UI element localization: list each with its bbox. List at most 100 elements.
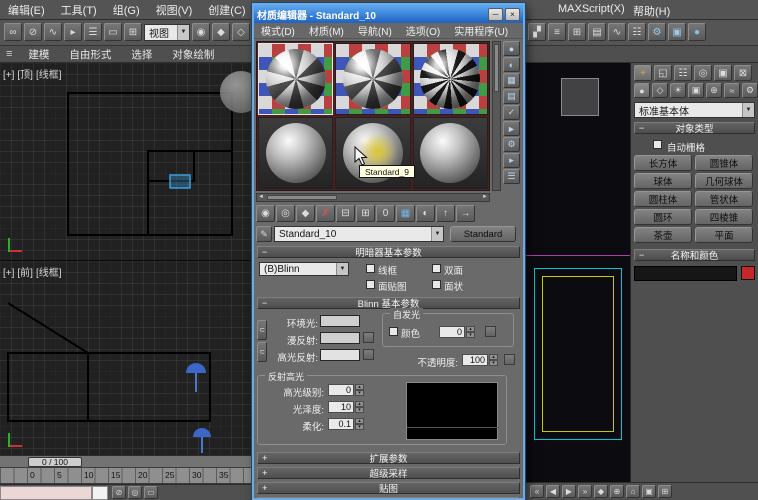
mirror-icon[interactable]: ▞ (528, 23, 546, 41)
specular-level-spinner[interactable]: ▴ ▾ (355, 384, 364, 396)
spinner-down-icon[interactable]: ▾ (355, 390, 364, 396)
menu-views[interactable]: 视图(V) (148, 0, 201, 21)
object-type-rollout[interactable]: − 对象类型 (634, 122, 755, 134)
spinner-down-icon[interactable]: ▾ (489, 360, 498, 366)
category-shapes-icon[interactable]: ◇ (652, 83, 668, 98)
ribbon-tab-selection[interactable]: 选择 (121, 45, 162, 64)
face-map-checkbox[interactable] (366, 280, 375, 289)
absolute-mode-icon[interactable]: ◎ (128, 486, 142, 499)
use-center-icon[interactable]: ◉ (192, 23, 210, 41)
opacity-value-field[interactable]: 100 (462, 354, 488, 366)
spinner-down-icon[interactable]: ▾ (466, 332, 475, 338)
get-material-icon[interactable]: ◉ (256, 205, 275, 222)
material-slot[interactable] (413, 43, 488, 115)
ambient-color-swatch[interactable] (320, 315, 360, 327)
menu-material[interactable]: 材质(M) (302, 23, 351, 38)
tab-motion-icon[interactable]: ◎ (694, 65, 712, 81)
menu-create[interactable]: 创建(C) (200, 0, 253, 21)
spinner-down-icon[interactable]: ▾ (355, 407, 364, 413)
sample-tiling-icon[interactable]: ▤ (503, 89, 520, 104)
specular-color-swatch[interactable] (320, 349, 360, 361)
go-to-end-icon[interactable]: » (578, 485, 592, 498)
primitive-category-dropdown[interactable]: 标准基本体 ▼ (634, 102, 755, 118)
tab-create-icon[interactable]: + (634, 65, 652, 81)
menu-maxscript[interactable]: MAXScript(X) (550, 0, 633, 18)
extended-params-rollout[interactable]: + 扩展参数 (257, 452, 520, 464)
button-plane[interactable]: 平面 (695, 227, 753, 243)
category-systems-icon[interactable]: ⚙ (742, 83, 758, 98)
slots-vertical-scrollbar[interactable] (492, 41, 501, 191)
put-to-library-icon[interactable]: ⊞ (356, 205, 375, 222)
go-to-start-icon[interactable]: « (530, 485, 544, 498)
menu-options[interactable]: 选项(O) (399, 23, 447, 38)
category-helpers-icon[interactable]: ⊕ (706, 83, 722, 98)
video-color-check-icon[interactable]: ✓ (503, 105, 520, 120)
menu-utilities[interactable]: 实用程序(U) (447, 23, 515, 38)
minimize-icon[interactable]: ─ (488, 8, 503, 21)
material-slot[interactable] (258, 43, 333, 115)
reset-map-icon[interactable]: ✗ (316, 205, 335, 222)
show-end-result-icon[interactable]: ◐ (416, 205, 435, 222)
material-map-navigator-icon[interactable]: ☰ (503, 169, 520, 184)
material-type-button[interactable]: Standard (450, 226, 516, 242)
glossiness-spinner[interactable]: ▴ ▾ (355, 401, 364, 413)
curve-editor-icon[interactable]: ∿ (608, 23, 626, 41)
diffuse-specular-lock-icon[interactable]: ⊂ (257, 342, 267, 362)
assign-material-icon[interactable]: ◆ (296, 205, 315, 222)
go-to-parent-icon[interactable]: ↑ (436, 205, 455, 222)
scrollbar-thumb[interactable] (267, 195, 337, 200)
button-cylinder[interactable]: 圆柱体 (634, 191, 692, 207)
material-slot[interactable] (335, 117, 410, 189)
time-slider[interactable]: 0 / 100 (28, 457, 82, 467)
select-by-material-icon[interactable]: ▸ (503, 153, 520, 168)
snap-toggle-icon[interactable]: ◇ (232, 23, 250, 41)
rendered-frame-window-icon[interactable]: ▣ (668, 23, 686, 41)
bind-to-spacewarp-icon[interactable]: ∿ (44, 23, 62, 41)
object-color-swatch[interactable] (741, 266, 755, 280)
previous-frame-icon[interactable]: ◀ (546, 485, 560, 498)
menu-modes[interactable]: 模式(D) (254, 23, 302, 38)
viewport-front[interactable]: [+][前][线框] (0, 261, 252, 455)
self-illum-spinner[interactable]: ▴ ▾ (466, 326, 475, 338)
category-spacewarps-icon[interactable]: ≈ (724, 83, 740, 98)
maps-rollout[interactable]: + 贴图 (257, 482, 520, 494)
tab-modify-icon[interactable]: ◱ (654, 65, 672, 81)
close-icon[interactable]: × (505, 8, 520, 21)
name-color-rollout[interactable]: − 名称和颜色 (634, 249, 755, 261)
maximize-viewport-icon[interactable]: ⊞ (658, 485, 672, 498)
self-illum-value-field[interactable]: 0 (439, 326, 465, 338)
viewport-menu-plus[interactable]: [+] (3, 70, 14, 81)
button-teapot[interactable]: 茶壶 (634, 227, 692, 243)
select-manipulate-icon[interactable]: ◆ (212, 23, 230, 41)
material-name-dropdown[interactable]: Standard_10 ▼ (274, 226, 444, 242)
isolate-selection-icon[interactable]: ▭ (144, 486, 158, 499)
two-sided-checkbox[interactable] (432, 264, 441, 273)
ribbon-tab-object-paint[interactable]: 对象绘制 (162, 45, 224, 64)
key-mode-icon[interactable]: ◆ (594, 485, 608, 498)
material-slot[interactable] (413, 117, 488, 189)
backlight-icon[interactable]: ◐ (503, 57, 520, 72)
select-object-icon[interactable]: ▸ (64, 23, 82, 41)
background-icon[interactable]: ▦ (503, 73, 520, 88)
viewport-view-name[interactable]: [顶] (17, 70, 33, 81)
selection-lock-icon[interactable]: ⊘ (112, 486, 126, 499)
blinn-basic-params-rollout[interactable]: − Blinn 基本参数 (257, 297, 520, 309)
show-map-in-viewport-icon[interactable]: ▦ (396, 205, 415, 222)
make-unique-icon[interactable]: ⊟ (336, 205, 355, 222)
render-setup-icon[interactable]: ⚙ (648, 23, 666, 41)
shader-basic-params-rollout[interactable]: − 明暗器基本参数 (257, 246, 520, 258)
viewport-view-name[interactable]: [前] (17, 268, 33, 279)
button-tube[interactable]: 管状体 (695, 191, 753, 207)
put-material-icon[interactable]: ◎ (276, 205, 295, 222)
object-name-field[interactable] (634, 266, 737, 281)
button-sphere[interactable]: 球体 (634, 173, 692, 189)
material-id-channel-icon[interactable]: 0 (376, 205, 395, 222)
track-bar[interactable]: 0 5 10 15 20 25 30 35 (0, 468, 252, 484)
select-by-name-icon[interactable]: ☰ (84, 23, 102, 41)
button-pyramid[interactable]: 四棱锥 (695, 209, 753, 225)
ribbon-menu-icon[interactable]: ≡ (0, 48, 18, 60)
material-slot[interactable] (335, 43, 410, 115)
go-forward-to-sibling-icon[interactable]: → (456, 205, 475, 222)
ribbon-toggle-icon[interactable]: ▤ (588, 23, 606, 41)
material-editor-titlebar[interactable]: 材质编辑器 - Standard_10 ─ × (254, 5, 523, 23)
